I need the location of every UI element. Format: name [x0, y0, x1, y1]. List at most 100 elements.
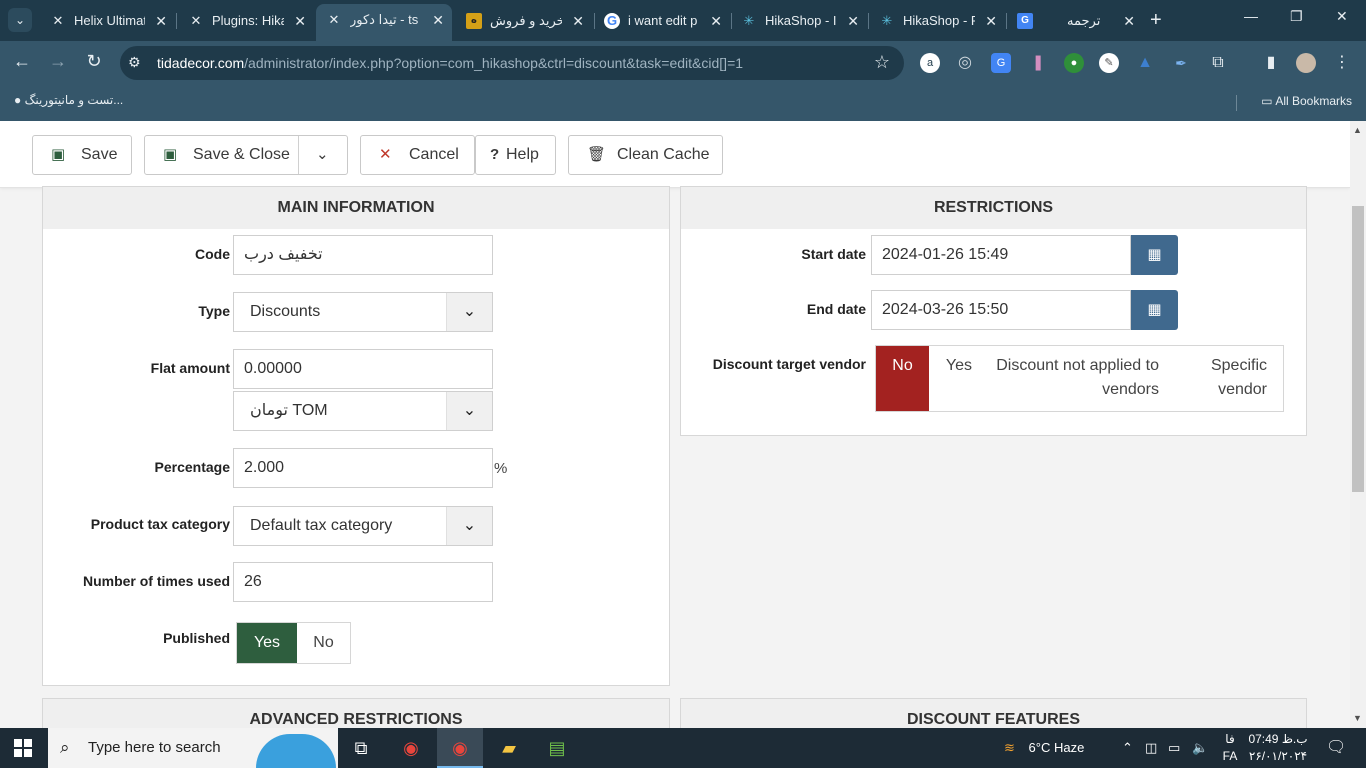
close-tab-icon[interactable]: ✕: [1123, 6, 1135, 36]
times-used-input[interactable]: 26: [233, 562, 493, 602]
calendar-icon[interactable]: ▦: [1131, 290, 1178, 330]
notifications-icon[interactable]: 🗨: [1326, 728, 1346, 768]
input-language[interactable]: فا FA: [1216, 731, 1244, 765]
forward-arrow-icon[interactable]: →: [46, 51, 70, 72]
browser-tab[interactable]: ✳ HikaShop - I ✕: [731, 6, 867, 36]
restrictions-panel: RESTRICTIONS Start date 2024-01-26 15:49…: [680, 186, 1307, 436]
hikashop-icon: ✳: [743, 13, 755, 28]
close-tab-icon[interactable]: ✕: [432, 4, 444, 36]
clean-cache-button[interactable]: 🗑 Clean Cache: [568, 135, 723, 175]
hikashop-icon: ✳: [881, 13, 893, 28]
browser-tab[interactable]: ✕ Plugins: Hika ✕: [178, 6, 314, 36]
admin-action-bar: ▣ Save ▣ Save & Close ⌄ ✕ Cancel ? Help …: [0, 121, 1350, 188]
page-scrollbar[interactable]: ▲ ▼: [1350, 121, 1366, 728]
close-tab-icon[interactable]: ✕: [710, 6, 722, 36]
close-tab-icon[interactable]: ✕: [294, 6, 306, 36]
meet-now-icon[interactable]: ◫: [1145, 728, 1157, 768]
save-close-button[interactable]: ▣ Save & Close ⌄: [144, 135, 348, 175]
show-hidden-icons[interactable]: ⌃: [1122, 728, 1133, 768]
close-tab-icon[interactable]: ✕: [572, 6, 584, 36]
reload-icon[interactable]: ↻: [82, 51, 106, 72]
windows-start-icon[interactable]: [14, 739, 32, 757]
side-panel-icon[interactable]: ▮: [1261, 53, 1281, 73]
close-tab-icon[interactable]: ✕: [847, 6, 859, 36]
file-explorer-icon[interactable]: ▰: [486, 728, 532, 768]
percentage-input[interactable]: 2.000: [233, 448, 493, 488]
extension-globe-icon[interactable]: ●: [1064, 53, 1084, 73]
vendor-option-yes[interactable]: Yes: [929, 346, 972, 411]
weather-widget[interactable]: ≋ 6°C Haze: [1004, 728, 1084, 768]
chrome-icon[interactable]: ◉: [388, 728, 434, 768]
extension-translate-icon[interactable]: G: [991, 53, 1011, 73]
bookmark-star-icon[interactable]: ☆: [874, 52, 890, 73]
start-date-input[interactable]: 2024-01-26 15:49: [871, 235, 1131, 275]
currency-select[interactable]: تومان TOM ⌄: [233, 391, 493, 431]
code-input[interactable]: تخفیف درب: [233, 235, 493, 275]
volume-icon[interactable]: 🔈: [1192, 728, 1208, 768]
minimize-icon[interactable]: —: [1244, 8, 1258, 24]
all-bookmarks-button[interactable]: ▭ All Bookmarks: [1261, 94, 1352, 108]
chrome-active-icon[interactable]: ◉: [437, 728, 483, 768]
browser-tab[interactable]: ه خرید و فروش ✕: [456, 6, 592, 36]
url-text[interactable]: tidadecor.com/administrator/index.php?op…: [157, 55, 743, 71]
published-yes-option[interactable]: Yes: [237, 623, 297, 663]
type-select[interactable]: Discounts ⌄: [233, 292, 493, 332]
close-tab-icon[interactable]: ✕: [985, 6, 997, 36]
end-date-input[interactable]: 2024-03-26 15:50: [871, 290, 1131, 330]
page-content: ▣ Save ▣ Save & Close ⌄ ✕ Cancel ? Help …: [0, 121, 1350, 728]
close-tab-icon[interactable]: ✕: [155, 6, 167, 36]
bookmarks-bar: ● تست و مانیتورینگ... ▭ All Bookmarks: [0, 85, 1366, 121]
system-clock[interactable]: 07:49 ب.ظ ۲۶/۰۱/۲۰۲۴: [1248, 731, 1308, 765]
chevron-down-icon[interactable]: ⌄: [316, 136, 329, 174]
scroll-up-icon[interactable]: ▲: [1353, 125, 1362, 135]
published-no-option[interactable]: No: [297, 623, 350, 663]
new-tab-icon[interactable]: +: [1150, 8, 1162, 32]
save-button[interactable]: ▣ Save: [32, 135, 132, 175]
floppy-disk-icon: ▣: [51, 146, 66, 163]
cancel-button[interactable]: ✕ Cancel: [360, 135, 475, 175]
calendar-icon[interactable]: ▦: [1131, 235, 1178, 275]
vendor-option-no[interactable]: No: [876, 346, 929, 411]
spreadsheet-app-icon[interactable]: ▤: [534, 728, 580, 768]
extensions-puzzle-icon[interactable]: ⧉: [1208, 53, 1228, 73]
browser-tab[interactable]: ✳ HikaShop - F ✕: [869, 6, 1005, 36]
trash-icon: 🗑: [587, 146, 607, 163]
help-button[interactable]: ? Help: [475, 135, 556, 175]
browser-tab-active[interactable]: ✕ تیدا دکور - ts ✕: [316, 4, 452, 41]
extension-feather-icon[interactable]: ✒: [1171, 53, 1191, 73]
start-date-label: Start date: [801, 246, 866, 262]
bookmark-item[interactable]: ● تست و مانیتورینگ...: [14, 93, 123, 107]
panel-title: DISCOUNT FEATURES: [681, 699, 1306, 728]
browser-tab[interactable]: ✕ Helix Ultimat ✕: [40, 6, 175, 36]
google-icon: G: [604, 13, 620, 29]
browser-tab[interactable]: G ترجمه ✕: [1007, 6, 1143, 36]
browser-tab-bar: ⌄ ✕ Helix Ultimat ✕ ✕ Plugins: Hika ✕ ✕ …: [0, 0, 1366, 41]
tax-category-select[interactable]: Default tax category ⌄: [233, 506, 493, 546]
scroll-down-icon[interactable]: ▼: [1353, 713, 1362, 723]
percent-suffix: %: [494, 460, 508, 477]
extension-pen-icon[interactable]: ✎: [1099, 53, 1119, 73]
restore-icon[interactable]: ❐: [1290, 8, 1303, 25]
code-label: Code: [195, 246, 230, 262]
flat-amount-input[interactable]: 0.00000: [233, 349, 493, 389]
percentage-label: Percentage: [154, 459, 230, 475]
task-view-icon[interactable]: ⧉: [338, 728, 384, 768]
battery-icon[interactable]: ▭: [1168, 728, 1180, 768]
extension-dev-icon[interactable]: ❚: [1028, 53, 1048, 73]
type-label: Type: [198, 303, 230, 319]
extension-loop-icon[interactable]: ◎: [955, 53, 975, 73]
address-bar[interactable]: ⚙ tidadecor.com/administrator/index.php?…: [120, 46, 904, 80]
scrollbar-thumb[interactable]: [1352, 206, 1364, 492]
published-label: Published: [163, 630, 230, 646]
more-menu-icon[interactable]: ⋮: [1332, 53, 1352, 73]
extension-triangle-icon[interactable]: ▲: [1135, 53, 1155, 73]
browser-tab[interactable]: G i want edit p ✕: [594, 6, 730, 36]
profile-avatar[interactable]: [1296, 53, 1316, 73]
vendor-option-not-applied[interactable]: Discount not applied to vendors: [996, 346, 1159, 411]
site-settings-icon[interactable]: ⚙: [128, 54, 141, 71]
back-arrow-icon[interactable]: ←: [10, 51, 34, 72]
vendor-option-specific[interactable]: Specific vendor: [1176, 346, 1267, 411]
extension-a-icon[interactable]: a: [920, 53, 940, 73]
close-window-icon[interactable]: ✕: [1336, 8, 1348, 25]
tab-search-icon[interactable]: ⌄: [8, 8, 32, 32]
